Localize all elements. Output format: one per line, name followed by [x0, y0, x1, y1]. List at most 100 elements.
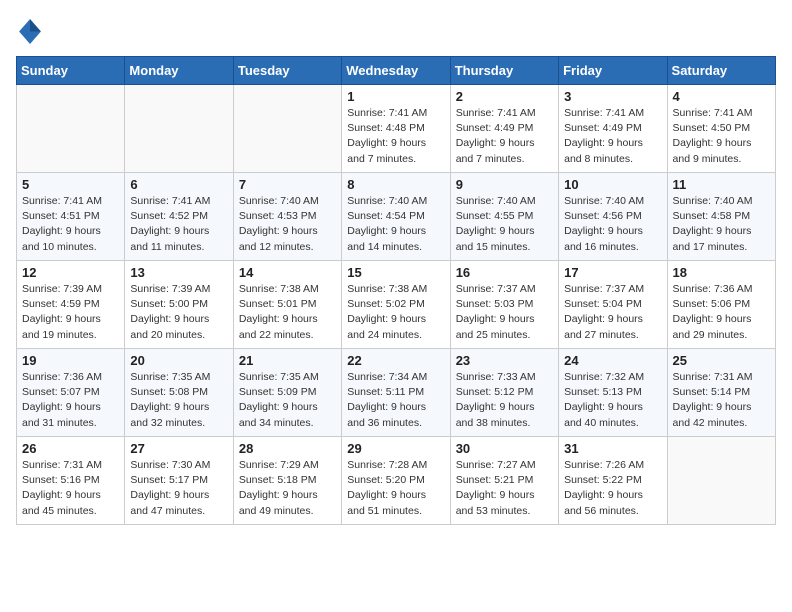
day-info: Sunrise: 7:37 AM Sunset: 5:03 PM Dayligh… [456, 282, 553, 343]
calendar-cell [233, 85, 341, 173]
day-info: Sunrise: 7:39 AM Sunset: 5:00 PM Dayligh… [130, 282, 227, 343]
calendar-cell: 17 Sunrise: 7:37 AM Sunset: 5:04 PM Dayli… [559, 261, 667, 349]
page-header [16, 16, 776, 44]
calendar-cell: 25 Sunrise: 7:31 AM Sunset: 5:14 PM Dayli… [667, 349, 775, 437]
calendar-cell: 18 Sunrise: 7:36 AM Sunset: 5:06 PM Dayli… [667, 261, 775, 349]
calendar-cell: 12 Sunrise: 7:39 AM Sunset: 4:59 PM Dayli… [17, 261, 125, 349]
day-info: Sunrise: 7:38 AM Sunset: 5:01 PM Dayligh… [239, 282, 336, 343]
day-number: 14 [239, 265, 336, 280]
day-info: Sunrise: 7:40 AM Sunset: 4:56 PM Dayligh… [564, 194, 661, 255]
day-info: Sunrise: 7:28 AM Sunset: 5:20 PM Dayligh… [347, 458, 444, 519]
day-of-week-header: Monday [125, 57, 233, 85]
day-info: Sunrise: 7:40 AM Sunset: 4:58 PM Dayligh… [673, 194, 770, 255]
calendar-week-row: 19 Sunrise: 7:36 AM Sunset: 5:07 PM Dayli… [17, 349, 776, 437]
day-info: Sunrise: 7:41 AM Sunset: 4:51 PM Dayligh… [22, 194, 119, 255]
calendar-cell: 19 Sunrise: 7:36 AM Sunset: 5:07 PM Dayli… [17, 349, 125, 437]
calendar-cell [17, 85, 125, 173]
day-info: Sunrise: 7:33 AM Sunset: 5:12 PM Dayligh… [456, 370, 553, 431]
day-of-week-header: Thursday [450, 57, 558, 85]
day-number: 16 [456, 265, 553, 280]
day-number: 17 [564, 265, 661, 280]
day-number: 22 [347, 353, 444, 368]
day-info: Sunrise: 7:31 AM Sunset: 5:16 PM Dayligh… [22, 458, 119, 519]
calendar-cell: 26 Sunrise: 7:31 AM Sunset: 5:16 PM Dayli… [17, 437, 125, 525]
day-number: 19 [22, 353, 119, 368]
day-number: 4 [673, 89, 770, 104]
calendar-week-row: 12 Sunrise: 7:39 AM Sunset: 4:59 PM Dayli… [17, 261, 776, 349]
calendar-cell: 3 Sunrise: 7:41 AM Sunset: 4:49 PM Daylig… [559, 85, 667, 173]
day-number: 5 [22, 177, 119, 192]
day-number: 10 [564, 177, 661, 192]
calendar-week-row: 26 Sunrise: 7:31 AM Sunset: 5:16 PM Dayli… [17, 437, 776, 525]
logo [16, 16, 48, 44]
day-of-week-header: Friday [559, 57, 667, 85]
day-number: 2 [456, 89, 553, 104]
day-number: 13 [130, 265, 227, 280]
day-info: Sunrise: 7:31 AM Sunset: 5:14 PM Dayligh… [673, 370, 770, 431]
calendar-cell: 5 Sunrise: 7:41 AM Sunset: 4:51 PM Daylig… [17, 173, 125, 261]
calendar-cell: 20 Sunrise: 7:35 AM Sunset: 5:08 PM Dayli… [125, 349, 233, 437]
calendar-cell: 29 Sunrise: 7:28 AM Sunset: 5:20 PM Dayli… [342, 437, 450, 525]
day-info: Sunrise: 7:41 AM Sunset: 4:50 PM Dayligh… [673, 106, 770, 167]
calendar-cell: 7 Sunrise: 7:40 AM Sunset: 4:53 PM Daylig… [233, 173, 341, 261]
calendar-cell: 16 Sunrise: 7:37 AM Sunset: 5:03 PM Dayli… [450, 261, 558, 349]
day-info: Sunrise: 7:40 AM Sunset: 4:53 PM Dayligh… [239, 194, 336, 255]
day-number: 25 [673, 353, 770, 368]
calendar-cell: 15Sunrise: 7:38 AM Sunset: 5:02 PM Dayli… [342, 261, 450, 349]
day-of-week-header: Saturday [667, 57, 775, 85]
day-info: Sunrise: 7:27 AM Sunset: 5:21 PM Dayligh… [456, 458, 553, 519]
day-number: 8 [347, 177, 444, 192]
day-number: 1 [347, 89, 444, 104]
day-number: 24 [564, 353, 661, 368]
day-of-week-header: Tuesday [233, 57, 341, 85]
calendar-cell: 31Sunrise: 7:26 AM Sunset: 5:22 PM Dayli… [559, 437, 667, 525]
day-of-week-header: Sunday [17, 57, 125, 85]
calendar-cell: 9Sunrise: 7:40 AM Sunset: 4:55 PM Daylig… [450, 173, 558, 261]
day-info: Sunrise: 7:34 AM Sunset: 5:11 PM Dayligh… [347, 370, 444, 431]
calendar-cell: 21Sunrise: 7:35 AM Sunset: 5:09 PM Dayli… [233, 349, 341, 437]
calendar-cell: 22 Sunrise: 7:34 AM Sunset: 5:11 PM Dayli… [342, 349, 450, 437]
calendar-cell: 1Sunrise: 7:41 AM Sunset: 4:48 PM Daylig… [342, 85, 450, 173]
day-info: Sunrise: 7:29 AM Sunset: 5:18 PM Dayligh… [239, 458, 336, 519]
day-number: 7 [239, 177, 336, 192]
day-number: 23 [456, 353, 553, 368]
day-info: Sunrise: 7:37 AM Sunset: 5:04 PM Dayligh… [564, 282, 661, 343]
day-number: 12 [22, 265, 119, 280]
day-info: Sunrise: 7:32 AM Sunset: 5:13 PM Dayligh… [564, 370, 661, 431]
day-info: Sunrise: 7:36 AM Sunset: 5:07 PM Dayligh… [22, 370, 119, 431]
calendar-cell: 11 Sunrise: 7:40 AM Sunset: 4:58 PM Dayli… [667, 173, 775, 261]
day-of-week-header: Wednesday [342, 57, 450, 85]
day-info: Sunrise: 7:26 AM Sunset: 5:22 PM Dayligh… [564, 458, 661, 519]
calendar-cell [125, 85, 233, 173]
calendar-cell: 10 Sunrise: 7:40 AM Sunset: 4:56 PM Dayli… [559, 173, 667, 261]
day-info: Sunrise: 7:35 AM Sunset: 5:08 PM Dayligh… [130, 370, 227, 431]
calendar-week-row: 5 Sunrise: 7:41 AM Sunset: 4:51 PM Daylig… [17, 173, 776, 261]
day-number: 27 [130, 441, 227, 456]
day-number: 3 [564, 89, 661, 104]
day-number: 26 [22, 441, 119, 456]
day-info: Sunrise: 7:41 AM Sunset: 4:52 PM Dayligh… [130, 194, 227, 255]
calendar-cell: 14 Sunrise: 7:38 AM Sunset: 5:01 PM Dayli… [233, 261, 341, 349]
calendar-cell: 27 Sunrise: 7:30 AM Sunset: 5:17 PM Dayli… [125, 437, 233, 525]
calendar-cell: 28Sunrise: 7:29 AM Sunset: 5:18 PM Dayli… [233, 437, 341, 525]
day-info: Sunrise: 7:41 AM Sunset: 4:49 PM Dayligh… [456, 106, 553, 167]
calendar-cell: 13 Sunrise: 7:39 AM Sunset: 5:00 PM Dayli… [125, 261, 233, 349]
day-info: Sunrise: 7:30 AM Sunset: 5:17 PM Dayligh… [130, 458, 227, 519]
day-info: Sunrise: 7:39 AM Sunset: 4:59 PM Dayligh… [22, 282, 119, 343]
day-info: Sunrise: 7:36 AM Sunset: 5:06 PM Dayligh… [673, 282, 770, 343]
day-info: Sunrise: 7:35 AM Sunset: 5:09 PM Dayligh… [239, 370, 336, 431]
calendar-cell: 30 Sunrise: 7:27 AM Sunset: 5:21 PM Dayli… [450, 437, 558, 525]
day-info: Sunrise: 7:38 AM Sunset: 5:02 PM Dayligh… [347, 282, 444, 343]
day-number: 29 [347, 441, 444, 456]
calendar-cell: 8Sunrise: 7:40 AM Sunset: 4:54 PM Daylig… [342, 173, 450, 261]
calendar-week-row: 1Sunrise: 7:41 AM Sunset: 4:48 PM Daylig… [17, 85, 776, 173]
calendar-cell: 4 Sunrise: 7:41 AM Sunset: 4:50 PM Daylig… [667, 85, 775, 173]
calendar-cell: 24 Sunrise: 7:32 AM Sunset: 5:13 PM Dayli… [559, 349, 667, 437]
logo-icon [16, 16, 44, 44]
day-number: 6 [130, 177, 227, 192]
day-info: Sunrise: 7:41 AM Sunset: 4:49 PM Dayligh… [564, 106, 661, 167]
day-number: 20 [130, 353, 227, 368]
day-number: 11 [673, 177, 770, 192]
day-number: 30 [456, 441, 553, 456]
day-number: 18 [673, 265, 770, 280]
